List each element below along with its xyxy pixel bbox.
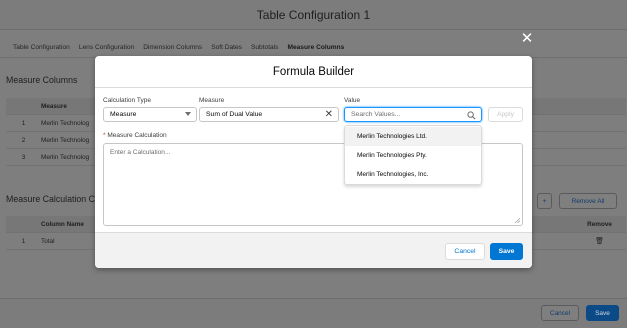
option-item[interactable]: Merlin Technologies Ltd. [345, 127, 481, 146]
tab-soft-dates[interactable]: Soft Dates [211, 44, 242, 51]
search-icon [467, 111, 476, 120]
tab-measure-columns[interactable]: Measure Columns [287, 44, 344, 51]
value-label: Value [344, 97, 361, 104]
cancel-button[interactable]: Cancel [445, 243, 485, 260]
page-footer [0, 298, 627, 328]
modal-footer: Cancel Save [95, 232, 532, 268]
row-number: 3 [21, 153, 26, 161]
close-icon[interactable]: ✕ [519, 31, 535, 47]
value-search-input[interactable]: Search Values... [344, 107, 482, 122]
remove-all-button[interactable]: Remove All [559, 193, 617, 209]
modal-title: Formula Builder [95, 56, 532, 88]
trash-icon[interactable]: 🗑 [595, 237, 604, 245]
row-number: 1 [21, 237, 26, 245]
resize-handle-icon[interactable] [515, 218, 520, 223]
tab-subtotals[interactable]: Subtotals [251, 44, 279, 51]
measure-columns-title: Measure Columns [6, 75, 78, 85]
measure-calculation-title: Measure Calculation Co [6, 194, 100, 204]
calculation-type-label: Calculation Type [103, 97, 151, 104]
row-number: 2 [21, 136, 26, 144]
value-options-listbox: Merlin Technologies Ltd. Merlin Technolo… [344, 125, 482, 185]
calculation-type-select[interactable]: Measure [103, 107, 197, 122]
column-header-remove: Remove [587, 220, 612, 228]
page-cancel-button[interactable]: Cancel [541, 305, 579, 321]
tab-table-configuration[interactable]: Table Configuration [13, 44, 70, 51]
measure-calculation-placeholder: Enter a Calculation... [110, 149, 171, 156]
measure-label: Measure [199, 97, 225, 104]
formula-builder-modal: Formula Builder Calculation Type Measure… [95, 56, 532, 268]
clear-icon[interactable]: ✕ [325, 108, 333, 121]
add-button[interactable]: + [537, 193, 552, 209]
measure-combobox[interactable]: Sum of Dual Value ✕ [199, 107, 339, 122]
required-mark: * [103, 132, 106, 139]
modal-body: Calculation Type Measure Measure Sum of … [95, 88, 532, 232]
tab-lens-configuration[interactable]: Lens Configuration [79, 44, 134, 51]
value-search-placeholder: Search Values... [351, 111, 401, 118]
measure-calculation-label-text: Measure Calculation [107, 132, 167, 139]
measure-value: Sum of Dual Value [206, 111, 263, 118]
option-item[interactable]: Merlin Technologies, Inc. [345, 165, 481, 184]
calculation-type-value: Measure [110, 111, 137, 118]
chevron-down-icon [185, 112, 191, 116]
page-save-button[interactable]: Save [586, 305, 619, 321]
row-number: 1 [21, 119, 26, 127]
apply-button[interactable]: Apply [488, 107, 523, 122]
page-title: Table Configuration 1 [0, 0, 627, 30]
measure-calculation-label: * Measure Calculation [103, 132, 167, 139]
option-item[interactable]: Merlin Technologies Pty. [345, 146, 481, 165]
tab-dimension-columns[interactable]: Dimension Columns [143, 44, 202, 51]
save-button[interactable]: Save [490, 243, 523, 260]
